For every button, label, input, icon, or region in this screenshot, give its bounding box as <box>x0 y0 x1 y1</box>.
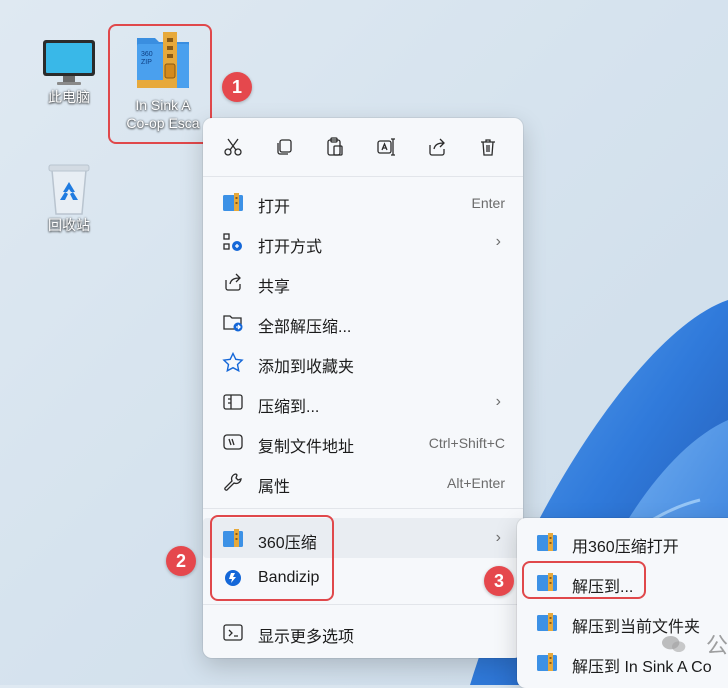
menu-item-label: 打开 <box>258 199 291 216</box>
callout-highlight-extract-to <box>522 561 646 599</box>
archive-icon <box>536 652 558 672</box>
menu-item-label: 打开方式 <box>258 239 323 256</box>
paste-icon[interactable] <box>319 132 351 162</box>
watermark-text: 公 <box>706 633 728 658</box>
star-icon <box>222 352 244 372</box>
menu-item-shortcut: Alt+Enter <box>447 475 505 491</box>
chevron-right-icon: › <box>495 233 501 250</box>
callout-badge-3: 3 <box>484 566 514 596</box>
compress-icon <box>222 392 244 412</box>
menu-item-label: 复制文件地址 <box>258 439 355 456</box>
menu-item-show-more-options[interactable]: 显示更多选项 <box>203 612 523 652</box>
menu-item-copy-path[interactable]: 复制文件地址 Ctrl+Shift+C <box>203 422 523 462</box>
desktop-icon-recycle-bin[interactable]: 回收站 <box>24 160 114 234</box>
callout-highlight-file <box>108 24 212 144</box>
wrench-icon <box>222 472 244 492</box>
menu-item-share[interactable]: 共享 <box>203 262 523 302</box>
desktop-icon-this-pc[interactable]: 此电脑 <box>24 38 114 106</box>
context-toolbar <box>203 118 523 176</box>
callout-badge-2: 2 <box>166 546 196 576</box>
menu-item-label: 显示更多选项 <box>258 629 355 646</box>
recycle-bin-icon <box>44 160 94 216</box>
callout-badge-1: 1 <box>222 72 252 102</box>
open-with-icon <box>222 232 244 252</box>
copy-path-icon <box>222 432 244 452</box>
callout-highlight-360-bandizip <box>210 515 334 601</box>
rename-icon[interactable] <box>370 132 402 162</box>
menu-item-shortcut: Enter <box>471 195 505 211</box>
desktop-icon-label: 回收站 <box>48 217 90 233</box>
menu-separator <box>203 176 523 177</box>
extract-all-icon <box>222 312 244 332</box>
archive-icon <box>222 192 244 212</box>
submenu-360zip: 用360压缩打开 解压到... 解压到当前文件夹 解压到 In Sink A C… <box>517 518 728 688</box>
menu-item-label: 全部解压缩... <box>258 319 352 336</box>
wechat-watermark-icon <box>662 636 686 652</box>
archive-icon <box>536 532 558 552</box>
menu-item-label: 共享 <box>258 279 291 296</box>
menu-item-properties[interactable]: 属性 Alt+Enter <box>203 462 523 502</box>
menu-item-open[interactable]: 打开 Enter <box>203 182 523 222</box>
menu-item-compress-to[interactable]: 压缩到... › <box>203 382 523 422</box>
submenu-item-label: 用360压缩打开 <box>572 539 679 556</box>
desktop-icon-label: 此电脑 <box>48 89 90 105</box>
copy-icon[interactable] <box>268 132 300 162</box>
menu-item-label: 属性 <box>258 479 291 496</box>
menu-item-open-with[interactable]: 打开方式 › <box>203 222 523 262</box>
more-options-icon <box>222 622 244 642</box>
submenu-item-open-with-360[interactable]: 用360压缩打开 <box>517 524 728 560</box>
menu-item-add-favorites[interactable]: 添加到收藏夹 <box>203 342 523 382</box>
delete-icon[interactable] <box>472 132 504 162</box>
share-icon[interactable] <box>421 132 453 162</box>
menu-item-shortcut: Ctrl+Shift+C <box>428 435 505 451</box>
chevron-right-icon: › <box>495 529 501 546</box>
menu-separator <box>203 604 523 605</box>
archive-icon <box>536 612 558 632</box>
menu-item-label: 压缩到... <box>258 399 320 416</box>
chevron-right-icon: › <box>495 393 501 410</box>
menu-item-label: 添加到收藏夹 <box>258 359 355 376</box>
menu-item-extract-all[interactable]: 全部解压缩... <box>203 302 523 342</box>
menu-separator <box>203 508 523 509</box>
share-icon <box>222 272 244 292</box>
cut-icon[interactable] <box>217 132 249 162</box>
monitor-icon <box>41 38 97 88</box>
